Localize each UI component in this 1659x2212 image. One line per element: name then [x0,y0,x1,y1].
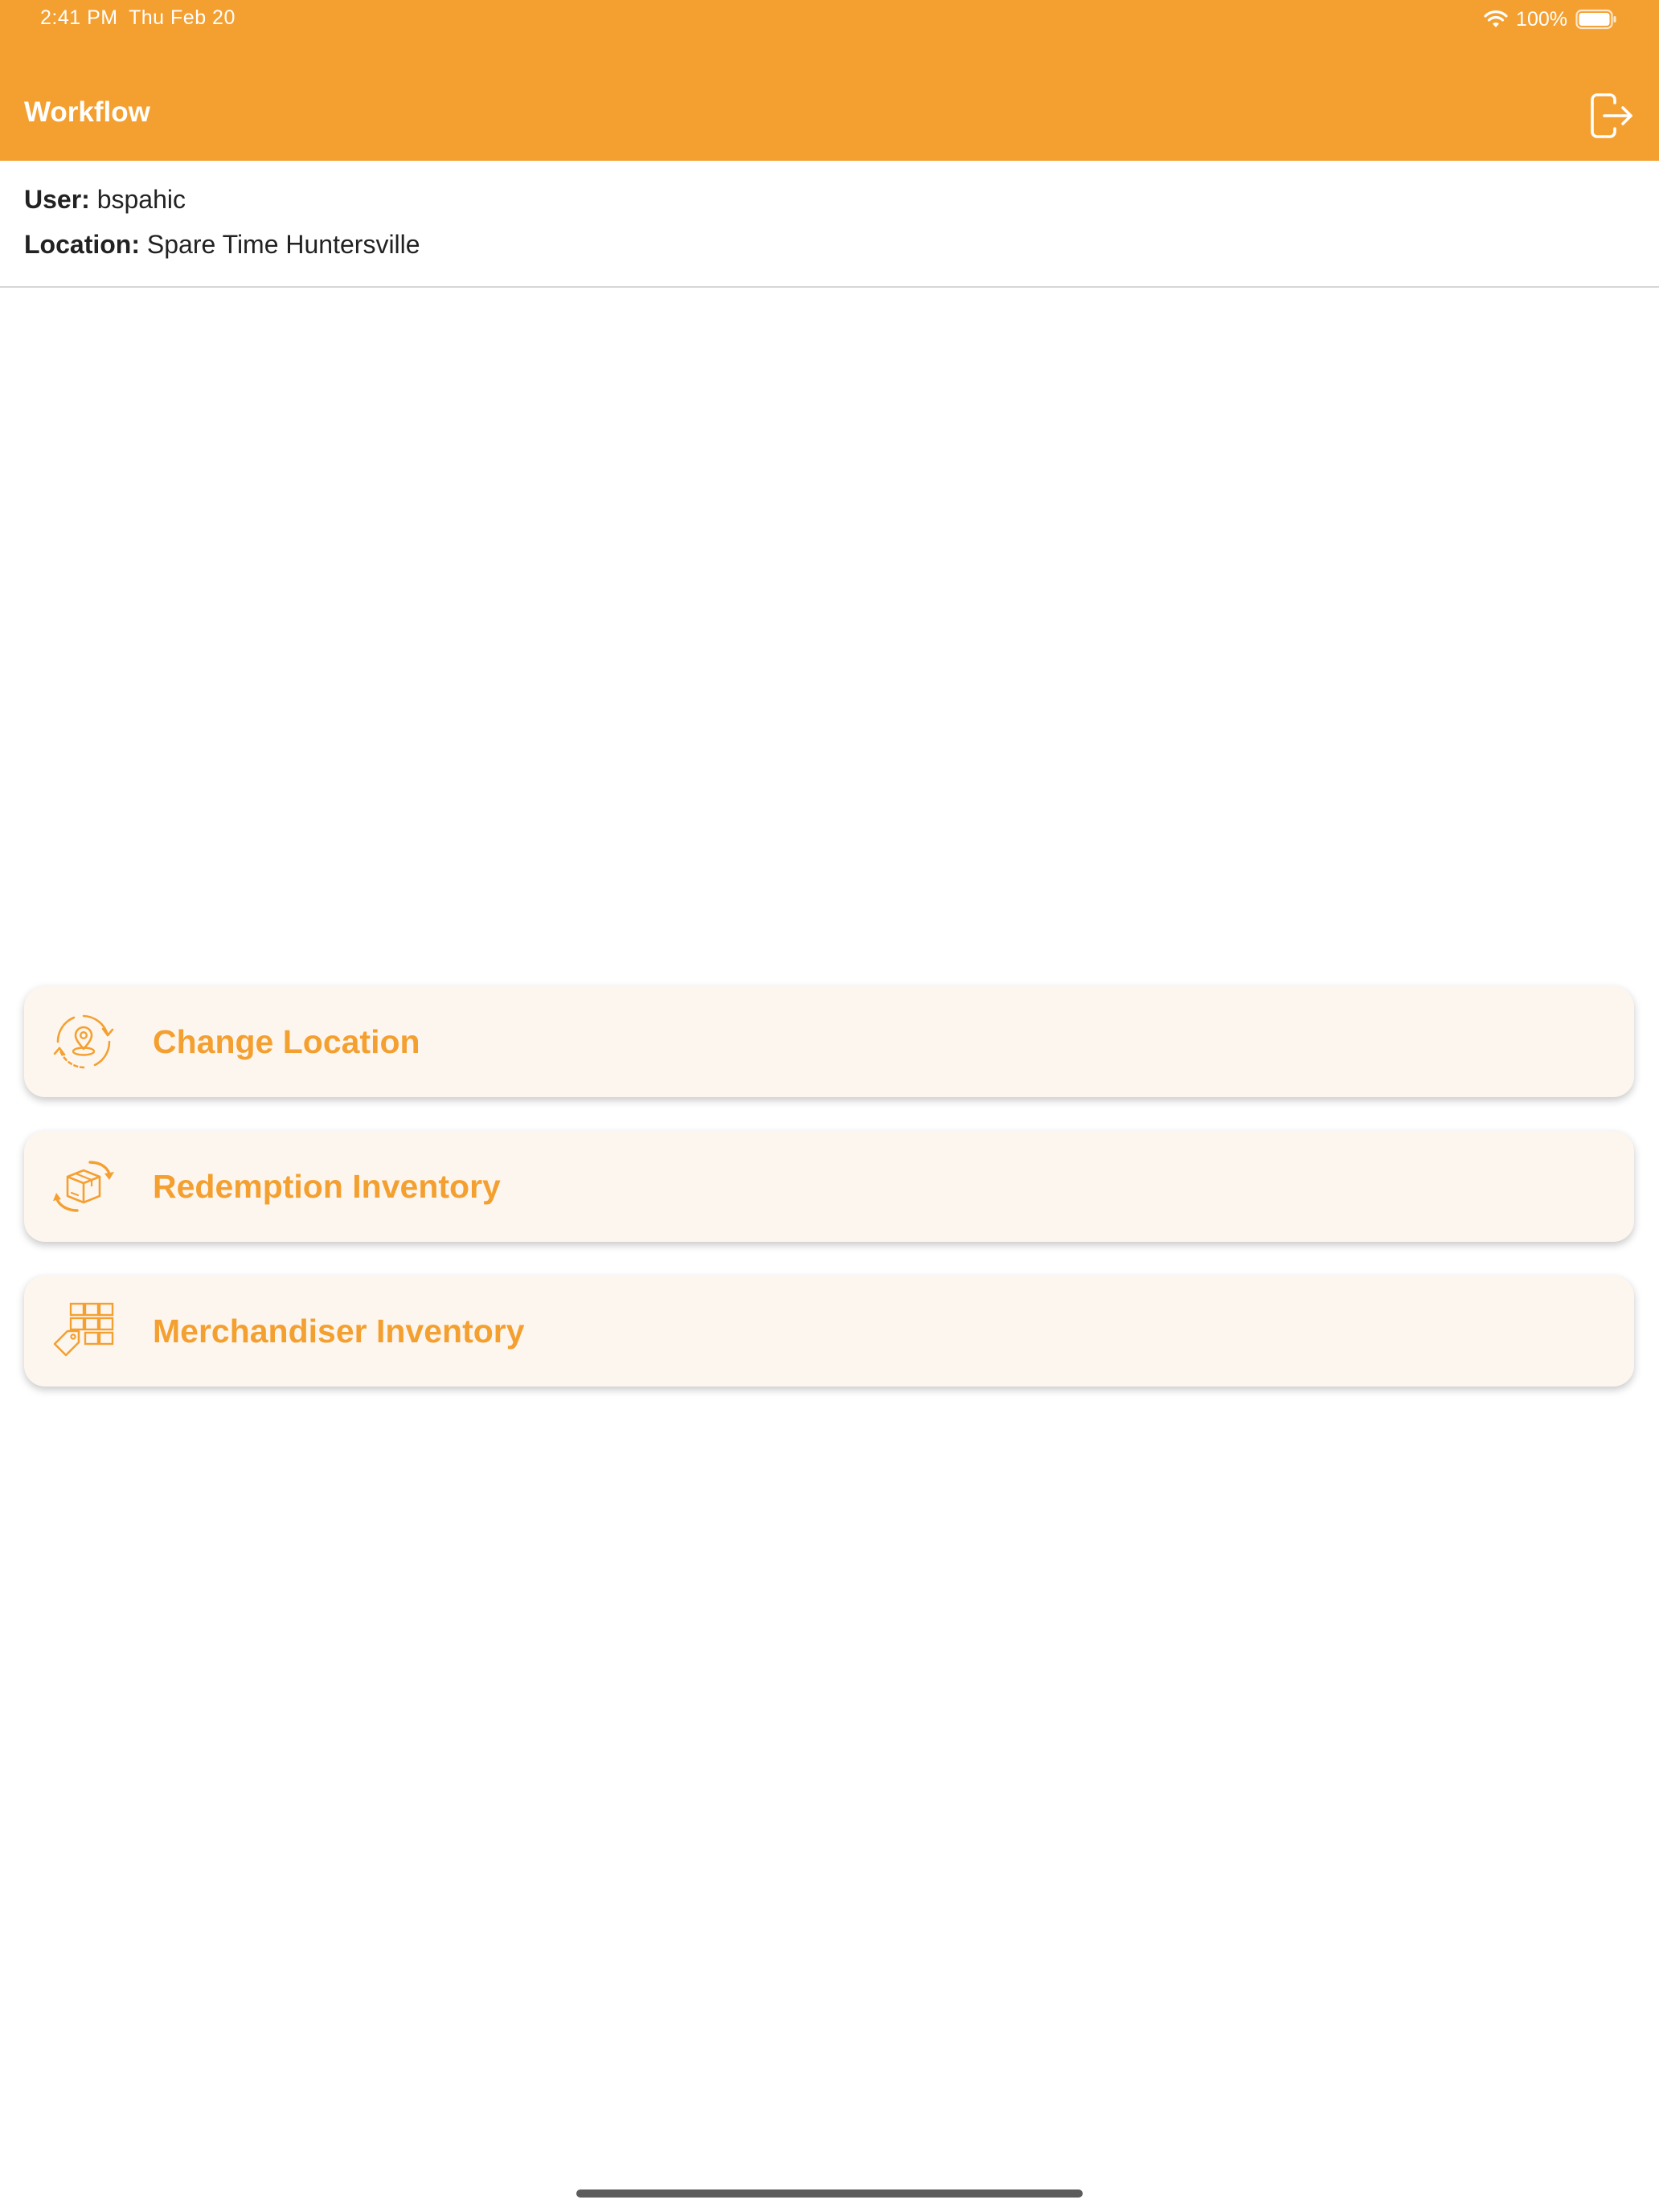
location-refresh-icon [53,1014,114,1069]
page-title: Workflow [24,96,150,128]
user-row: User: bspahic [24,185,186,215]
session-info: User: bspahic Location: Spare Time Hunte… [0,161,1659,288]
change-location-label: Change Location [153,1023,420,1060]
status-indicators: 100% [1484,5,1617,34]
redemption-inventory-label: Redemption Inventory [153,1168,501,1205]
home-indicator[interactable] [576,2189,1083,2198]
merchandiser-inventory-label: Merchandiser Inventory [153,1313,525,1350]
merchandiser-inventory-button[interactable]: Merchandiser Inventory [24,1276,1634,1387]
header-bar: 2:41 PM Thu Feb 20 100% Workflow [0,0,1659,161]
shelf-tag-icon [53,1302,114,1357]
battery-icon [1575,9,1616,30]
change-location-button[interactable]: Change Location [24,986,1634,1097]
status-date: Thu Feb 20 [129,6,236,29]
battery-percentage: 100% [1516,7,1567,31]
logout-button[interactable] [1587,92,1635,140]
location-value: Spare Time Huntersville [146,230,420,259]
location-row: Location: Spare Time Huntersville [24,230,420,260]
redemption-inventory-button[interactable]: Redemption Inventory [24,1131,1634,1242]
location-label: Location: [24,230,140,259]
app-screen: 2:41 PM Thu Feb 20 100% Workflow User: b… [0,0,1659,2212]
wifi-icon [1484,10,1508,27]
status-time: 2:41 PM [40,6,118,29]
logout-icon [1591,93,1632,138]
user-value: bspahic [96,185,186,214]
box-cycle-icon [53,1161,114,1212]
user-label: User: [24,185,90,214]
